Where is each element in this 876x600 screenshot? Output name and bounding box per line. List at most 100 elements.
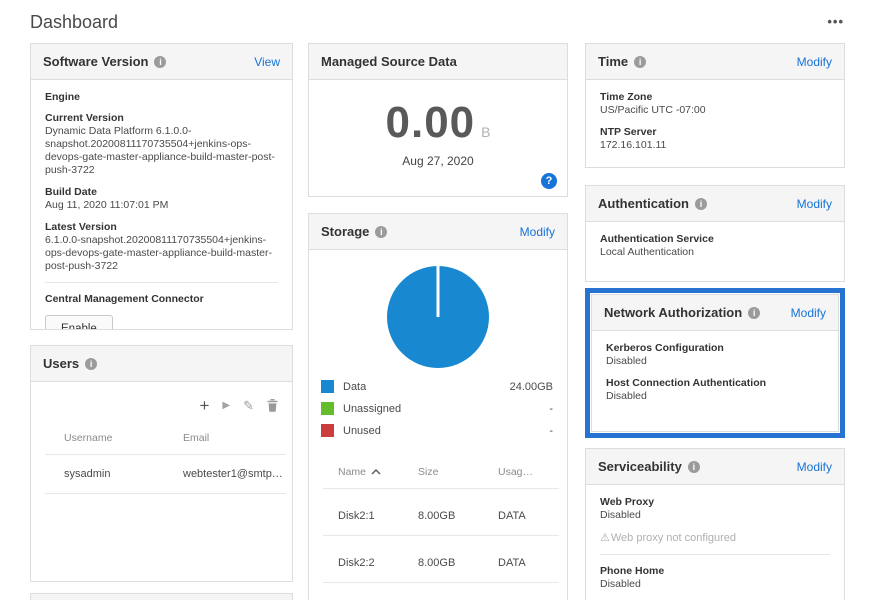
enable-user-icon[interactable]: ▶ — [222, 401, 230, 411]
kerberos-value: Disabled — [606, 355, 824, 368]
host-connection-label: Host Connection Authentication — [606, 377, 824, 390]
managed-data-unit: B — [481, 124, 490, 140]
disk-size-cell: 8.00GB — [418, 497, 498, 535]
disk-name-cell: Disk2:1 — [338, 497, 418, 535]
managed-data-value: 0.00 — [386, 98, 476, 148]
managed-source-data-body: 0.00 B Aug 27, 2020 ? — [309, 80, 567, 197]
overflow-menu-icon[interactable]: ••• — [827, 14, 844, 29]
disk-name-cell: Disk2:3 — [338, 591, 418, 600]
time-title: Time — [598, 54, 628, 69]
managed-source-data-header: Managed Source Data — [309, 44, 567, 80]
disk-name-cell: Disk2:2 — [338, 544, 418, 582]
info-icon[interactable]: i — [688, 461, 700, 473]
kerberos-label: Kerberos Configuration — [606, 342, 824, 355]
table-row[interactable]: Disk2:1 8.00GB DATA — [309, 497, 567, 535]
users-card: Users i + ▶ ✎ Username Email sysadmin we… — [30, 345, 293, 582]
partial-card — [30, 593, 293, 600]
storage-pie-chart — [387, 266, 489, 368]
disk-usage-cell: DATA — [498, 544, 555, 582]
storage-header: Storage i Modify — [309, 214, 567, 250]
network-authorization-card: Network Authorization i Modify Kerberos … — [591, 294, 839, 432]
engine-label: Engine — [45, 91, 278, 104]
legend-label: Data — [343, 381, 510, 393]
current-version-value: Dynamic Data Platform 6.1.0.0-snapshot.2… — [45, 125, 278, 177]
add-user-icon[interactable]: + — [199, 397, 209, 414]
disk-usage-cell: DATA — [498, 591, 555, 600]
legend-swatch — [321, 424, 334, 437]
storage-card: Storage i Modify Data 24.00GB Unassigned… — [308, 213, 568, 600]
table-row[interactable]: Disk2:3 8.00GB DATA — [309, 591, 567, 600]
latest-version-label: Latest Version — [45, 221, 278, 234]
email-column-header[interactable]: Email — [183, 426, 292, 454]
authentication-header: Authentication i Modify — [586, 186, 844, 222]
left-column: Software Version i View Engine Current V… — [30, 43, 293, 600]
phone-home-value: Disabled — [600, 578, 830, 591]
web-proxy-value: Disabled — [600, 509, 830, 522]
software-version-card: Software Version i View Engine Current V… — [30, 43, 293, 330]
host-connection-value: Disabled — [606, 390, 824, 403]
right-column: Time i Modify Time Zone US/Pacific UTC -… — [585, 43, 845, 600]
size-column-header[interactable]: Size — [418, 458, 498, 488]
auth-service-value: Local Authentication — [600, 246, 830, 259]
legend-value: - — [549, 403, 553, 415]
modify-link[interactable]: Modify — [797, 460, 832, 474]
info-icon[interactable]: i — [375, 226, 387, 238]
legend-item-data: Data 24.00GB — [321, 380, 553, 393]
info-icon[interactable]: i — [85, 358, 97, 370]
table-row[interactable]: sysadmin webtester1@smtp… — [31, 455, 292, 493]
cmc-label: Central Management Connector — [45, 293, 278, 306]
software-version-body: Engine Current Version Dynamic Data Plat… — [31, 80, 292, 330]
edit-user-icon[interactable]: ✎ — [243, 399, 254, 412]
modify-link[interactable]: Modify — [520, 225, 555, 239]
legend-swatch — [321, 402, 334, 415]
chevron-up-icon — [371, 466, 381, 478]
divider — [600, 554, 830, 555]
pie-notch — [437, 266, 440, 317]
managed-source-data-title: Managed Source Data — [321, 54, 457, 69]
network-authorization-header: Network Authorization i Modify — [592, 295, 838, 331]
username-column-header[interactable]: Username — [64, 426, 183, 454]
page-title: Dashboard — [30, 12, 118, 33]
disk-table-header: Name Size Usag… — [309, 458, 567, 488]
email-cell: webtester1@smtp… — [183, 455, 292, 493]
ntp-server-label: NTP Server — [600, 126, 830, 139]
divider — [323, 582, 559, 583]
table-row[interactable]: Disk2:2 8.00GB DATA — [309, 544, 567, 582]
serviceability-body: Web Proxy Disabled ⚠Web proxy not config… — [586, 485, 844, 600]
time-body: Time Zone US/Pacific UTC -07:00 NTP Serv… — [586, 80, 844, 168]
enable-button[interactable]: Enable — [45, 315, 113, 330]
info-icon[interactable]: i — [695, 198, 707, 210]
legend-item-unassigned: Unassigned - — [321, 402, 553, 415]
disk-size-cell: 8.00GB — [418, 591, 498, 600]
info-icon[interactable]: i — [634, 56, 646, 68]
managed-source-data-card: Managed Source Data 0.00 B Aug 27, 2020 ? — [308, 43, 568, 197]
network-authorization-body: Kerberos Configuration Disabled Host Con… — [592, 331, 838, 423]
legend-value: 24.00GB — [510, 381, 553, 393]
name-column-header[interactable]: Name — [338, 458, 418, 488]
users-header: Users i — [31, 346, 292, 382]
help-icon[interactable]: ? — [541, 173, 557, 189]
name-column-label: Name — [338, 466, 366, 478]
auth-service-label: Authentication Service — [600, 233, 830, 246]
modify-link[interactable]: Modify — [791, 306, 826, 320]
ntp-server-value: 172.16.101.11 — [600, 139, 830, 152]
divider — [45, 493, 286, 494]
username-cell: sysadmin — [64, 455, 183, 493]
info-icon[interactable]: i — [154, 56, 166, 68]
warning-icon: ⚠ — [600, 532, 610, 544]
divider — [45, 282, 278, 283]
legend-item-unused: Unused - — [321, 424, 553, 437]
timezone-value: US/Pacific UTC -07:00 — [600, 104, 830, 117]
modify-link[interactable]: Modify — [797, 197, 832, 211]
serviceability-title: Serviceability — [598, 459, 682, 474]
legend-swatch — [321, 380, 334, 393]
delete-user-icon[interactable] — [267, 399, 278, 412]
info-icon[interactable]: i — [748, 307, 760, 319]
selection-highlight: Network Authorization i Modify Kerberos … — [585, 288, 845, 438]
warning-text: Web proxy not configured — [611, 532, 736, 544]
view-link[interactable]: View — [254, 55, 280, 69]
time-card: Time i Modify Time Zone US/Pacific UTC -… — [585, 43, 845, 168]
modify-link[interactable]: Modify — [797, 55, 832, 69]
usage-column-header[interactable]: Usag… — [498, 458, 555, 488]
managed-data-date: Aug 27, 2020 — [309, 154, 567, 168]
